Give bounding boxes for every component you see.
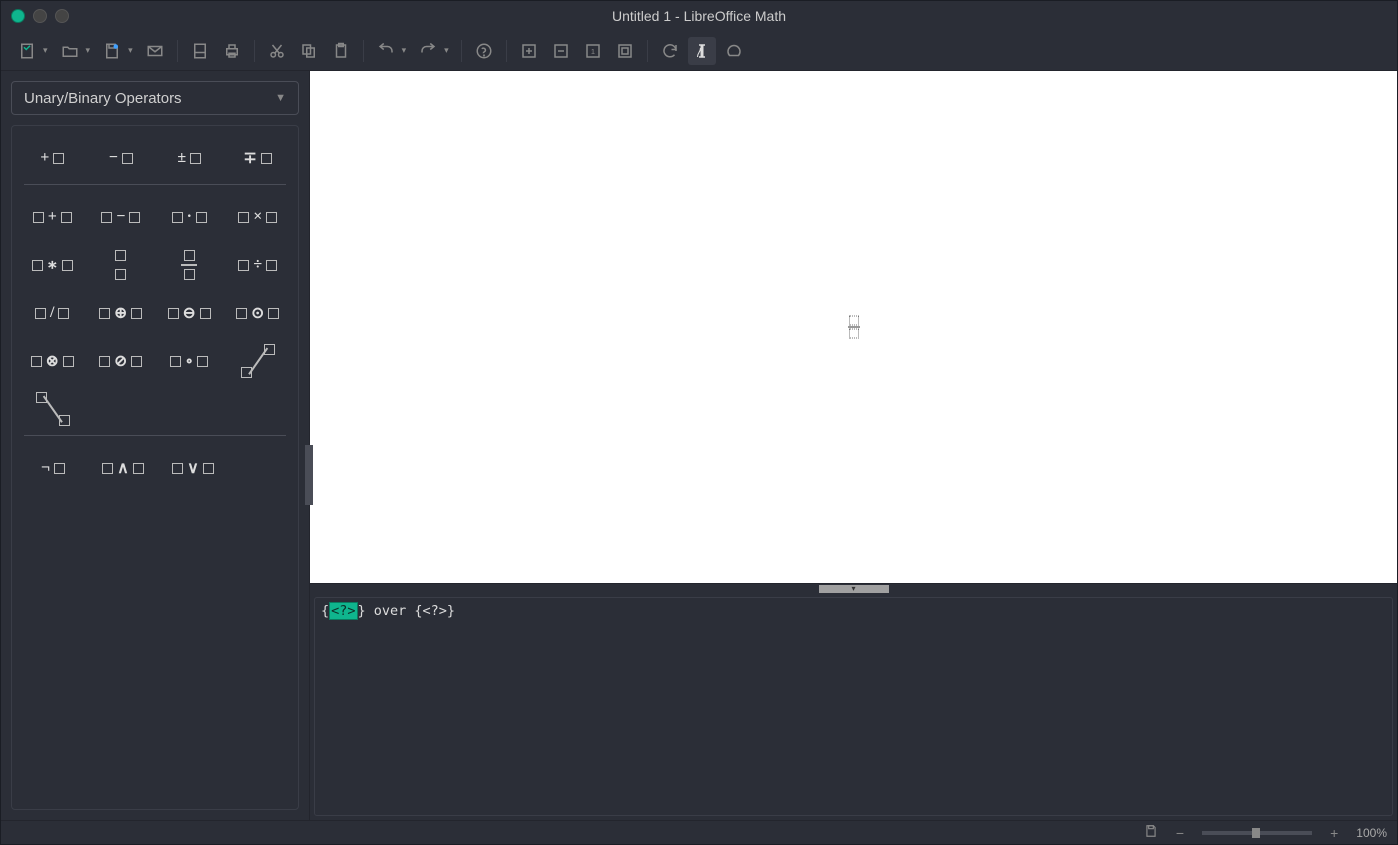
zoom-out-button[interactable] <box>547 37 575 65</box>
save-document-dropdown[interactable]: ▾ <box>128 45 133 56</box>
element-otimes[interactable]: ⊗ <box>18 337 87 385</box>
content-area: ▾ {<?>} over {<?>} <box>309 71 1397 820</box>
element-widebslash[interactable] <box>18 385 88 433</box>
save-document-button[interactable] <box>98 37 126 65</box>
element-cdot[interactable]: · <box>155 193 224 241</box>
zoom-in-button[interactable] <box>515 37 543 65</box>
zoom-out-status-button[interactable]: − <box>1172 825 1188 841</box>
email-document-button[interactable] <box>141 37 169 65</box>
element-asterisk[interactable]: ∗ <box>18 241 87 289</box>
element-or[interactable]: ∨ <box>158 444 228 492</box>
new-document-button[interactable] <box>13 37 41 65</box>
window-minimize-button[interactable] <box>33 9 47 23</box>
formula-editor[interactable]: {<?>} over {<?>} <box>314 597 1393 816</box>
element-fraction-noline[interactable] <box>87 241 156 289</box>
undo-dropdown[interactable]: ▾ <box>402 45 407 56</box>
export-pdf-button[interactable] <box>186 37 214 65</box>
status-bar: − + 100% <box>1 820 1397 844</box>
elements-category-label: Unary/Binary Operators <box>24 90 182 107</box>
elements-panel: + − ± ∓ + − · × ∗ ÷ / <box>11 125 299 810</box>
main-toolbar: ▾ ▾ ▾ ▾ ▾ 1 <box>1 31 1397 71</box>
element-and[interactable]: ∧ <box>88 444 158 492</box>
print-button[interactable] <box>218 37 246 65</box>
zoom-slider[interactable] <box>1202 831 1312 835</box>
main-area: Unary/Binary Operators ▼ + − ± ∓ + − · ×… <box>1 71 1397 820</box>
element-subtraction[interactable]: − <box>87 193 156 241</box>
chevron-down-icon: ▼ <box>275 92 286 104</box>
redo-dropdown[interactable]: ▾ <box>444 45 449 56</box>
redo-button[interactable] <box>414 37 442 65</box>
editor-selection: <?> <box>329 602 357 620</box>
copy-button[interactable] <box>295 37 323 65</box>
element-divide[interactable]: ÷ <box>224 241 293 289</box>
element-neg[interactable]: ¬ <box>18 444 88 492</box>
element-ominus[interactable]: ⊖ <box>155 289 224 337</box>
elements-category-select[interactable]: Unary/Binary Operators ▼ <box>11 81 299 115</box>
save-status-icon[interactable] <box>1144 824 1158 841</box>
window-maximize-button[interactable] <box>55 9 69 23</box>
element-minus-unary[interactable]: − <box>87 134 156 182</box>
zoom-percentage[interactable]: 100% <box>1356 826 1387 840</box>
element-circ[interactable]: ∘ <box>155 337 224 385</box>
zoom-in-status-button[interactable]: + <box>1326 825 1342 841</box>
vertical-splitter[interactable] <box>305 445 313 505</box>
svg-text:1: 1 <box>591 47 595 56</box>
element-fraction[interactable] <box>155 241 224 289</box>
help-button[interactable] <box>470 37 498 65</box>
element-oslash[interactable]: ⊘ <box>87 337 156 385</box>
window-titlebar: Untitled 1 - LibreOffice Math <box>1 1 1397 31</box>
window-title: Untitled 1 - LibreOffice Math <box>612 8 786 24</box>
new-document-dropdown[interactable]: ▾ <box>43 45 48 56</box>
cut-button[interactable] <box>263 37 291 65</box>
element-plusminus-unary[interactable]: ± <box>155 134 224 182</box>
undo-button[interactable] <box>372 37 400 65</box>
symbols-button[interactable] <box>720 37 748 65</box>
element-slash[interactable]: / <box>18 289 87 337</box>
horizontal-splitter[interactable]: ▾ <box>310 583 1397 593</box>
formula-preview[interactable] <box>310 71 1397 583</box>
editor-text-prefix: { <box>321 603 329 619</box>
element-wideslash[interactable] <box>224 337 293 385</box>
paste-button[interactable] <box>327 37 355 65</box>
element-minusplus-unary[interactable]: ∓ <box>224 134 293 182</box>
elements-sidebar: Unary/Binary Operators ▼ + − ± ∓ + − · ×… <box>1 71 309 820</box>
rendered-formula <box>848 316 860 339</box>
element-addition[interactable]: + <box>18 193 87 241</box>
element-times[interactable]: × <box>224 193 293 241</box>
refresh-button[interactable] <box>656 37 684 65</box>
open-document-button[interactable] <box>56 37 84 65</box>
editor-text-suffix: } over {<?>} <box>358 603 456 619</box>
window-close-button[interactable] <box>11 9 25 23</box>
zoom-fit-button[interactable] <box>611 37 639 65</box>
zoom-100-button[interactable]: 1 <box>579 37 607 65</box>
formula-cursor-button[interactable] <box>688 37 716 65</box>
open-document-dropdown[interactable]: ▾ <box>86 45 91 56</box>
element-odot[interactable]: ⊙ <box>224 289 293 337</box>
element-plus-unary[interactable]: + <box>18 134 87 182</box>
element-oplus[interactable]: ⊕ <box>87 289 156 337</box>
